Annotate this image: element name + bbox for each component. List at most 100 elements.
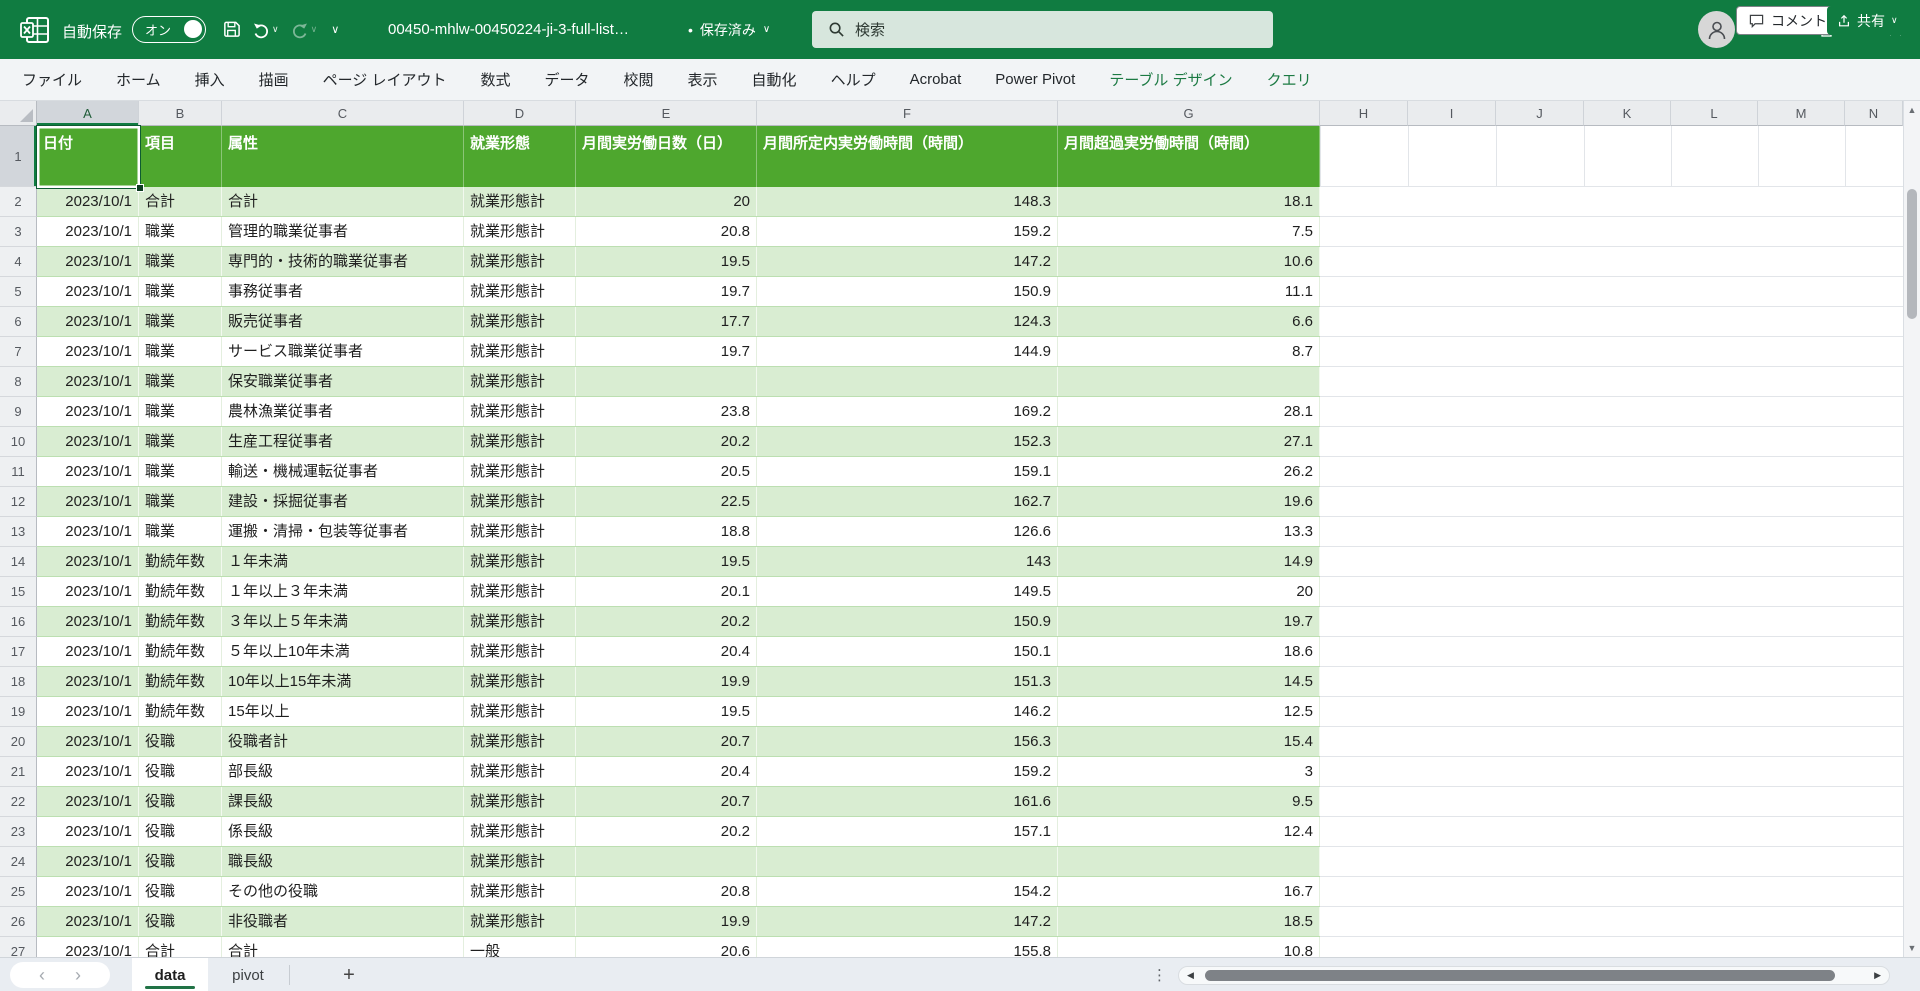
- cell-D18[interactable]: 就業形態計: [464, 667, 576, 696]
- cell-C4[interactable]: 専門的・技術的職業従事者: [222, 247, 464, 276]
- tab-query[interactable]: クエリ: [1267, 69, 1312, 90]
- cell-G16[interactable]: 19.7: [1058, 607, 1320, 636]
- cell-A19[interactable]: 2023/10/1: [37, 697, 139, 726]
- cell-G20[interactable]: 15.4: [1058, 727, 1320, 756]
- row-header-13[interactable]: 13: [0, 517, 37, 547]
- cell-B24[interactable]: 役職: [139, 847, 222, 876]
- cell-F17[interactable]: 150.1: [757, 637, 1058, 666]
- cell-D17[interactable]: 就業形態計: [464, 637, 576, 666]
- cell-E24[interactable]: [576, 847, 757, 876]
- cell-F8[interactable]: [757, 367, 1058, 396]
- cell-G26[interactable]: 18.5: [1058, 907, 1320, 936]
- cell-A9[interactable]: 2023/10/1: [37, 397, 139, 426]
- header-cell-B[interactable]: 項目: [139, 126, 222, 187]
- tab-draw[interactable]: 描画: [259, 69, 289, 90]
- cell-B5[interactable]: 職業: [139, 277, 222, 306]
- search-input[interactable]: 検索: [812, 11, 1273, 48]
- cell-E6[interactable]: 17.7: [576, 307, 757, 336]
- cell-E18[interactable]: 19.9: [576, 667, 757, 696]
- cell-A21[interactable]: 2023/10/1: [37, 757, 139, 786]
- cell-B7[interactable]: 職業: [139, 337, 222, 366]
- tab-view[interactable]: 表示: [688, 69, 718, 90]
- cell-B25[interactable]: 役職: [139, 877, 222, 906]
- cell-B4[interactable]: 職業: [139, 247, 222, 276]
- cell-C2[interactable]: 合計: [222, 187, 464, 216]
- comments-button[interactable]: コメント: [1736, 6, 1840, 35]
- cell-A4[interactable]: 2023/10/1: [37, 247, 139, 276]
- cell-C15[interactable]: １年以上３年未満: [222, 577, 464, 606]
- cell-B22[interactable]: 役職: [139, 787, 222, 816]
- cell-A14[interactable]: 2023/10/1: [37, 547, 139, 576]
- cell-C16[interactable]: ３年以上５年未満: [222, 607, 464, 636]
- cell-B3[interactable]: 職業: [139, 217, 222, 246]
- cell-A24[interactable]: 2023/10/1: [37, 847, 139, 876]
- cell-A10[interactable]: 2023/10/1: [37, 427, 139, 456]
- header-cell-A[interactable]: 日付: [37, 126, 139, 187]
- autosave-toggle[interactable]: オン: [132, 16, 206, 43]
- cell-E12[interactable]: 22.5: [576, 487, 757, 516]
- cell-G10[interactable]: 27.1: [1058, 427, 1320, 456]
- cell-G18[interactable]: 14.5: [1058, 667, 1320, 696]
- cell-C12[interactable]: 建設・採掘従事者: [222, 487, 464, 516]
- row-header-23[interactable]: 23: [0, 817, 37, 847]
- cell-D19[interactable]: 就業形態計: [464, 697, 576, 726]
- cell-E13[interactable]: 18.8: [576, 517, 757, 546]
- cell-E8[interactable]: [576, 367, 757, 396]
- column-header-C[interactable]: C: [222, 101, 464, 126]
- cell-D23[interactable]: 就業形態計: [464, 817, 576, 846]
- row-header-20[interactable]: 20: [0, 727, 37, 757]
- document-title[interactable]: 00450-mhlw-00450224-ji-3-full-list…: [388, 0, 629, 59]
- cell-G13[interactable]: 13.3: [1058, 517, 1320, 546]
- column-header-B[interactable]: B: [139, 101, 222, 126]
- row-header-10[interactable]: 10: [0, 427, 37, 457]
- scroll-left-icon[interactable]: ◀: [1187, 970, 1194, 981]
- horizontal-scrollbar-thumb[interactable]: [1205, 970, 1835, 981]
- cell-C24[interactable]: 職長級: [222, 847, 464, 876]
- qat-customize-icon[interactable]: ∨: [331, 23, 339, 36]
- cell-G22[interactable]: 9.5: [1058, 787, 1320, 816]
- tab-file[interactable]: ファイル: [22, 69, 82, 90]
- cell-E11[interactable]: 20.5: [576, 457, 757, 486]
- cell-B15[interactable]: 勤続年数: [139, 577, 222, 606]
- tab-acrobat[interactable]: Acrobat: [910, 71, 962, 88]
- cell-C23[interactable]: 係長級: [222, 817, 464, 846]
- row-header-11[interactable]: 11: [0, 457, 37, 487]
- cell-C8[interactable]: 保安職業従事者: [222, 367, 464, 396]
- cell-C26[interactable]: 非役職者: [222, 907, 464, 936]
- cell-E14[interactable]: 19.5: [576, 547, 757, 576]
- header-cell-E[interactable]: 月間実労働日数（日）: [576, 126, 757, 187]
- cell-D22[interactable]: 就業形態計: [464, 787, 576, 816]
- cell-A2[interactable]: 2023/10/1: [37, 187, 139, 216]
- save-icon[interactable]: [216, 15, 246, 45]
- header-cell-C[interactable]: 属性: [222, 126, 464, 187]
- cell-C18[interactable]: 10年以上15年未満: [222, 667, 464, 696]
- column-header-I[interactable]: I: [1408, 101, 1496, 126]
- cell-D20[interactable]: 就業形態計: [464, 727, 576, 756]
- cell-E2[interactable]: 20: [576, 187, 757, 216]
- header-cell-G[interactable]: 月間超過実労働時間（時間）: [1058, 126, 1320, 187]
- row-header-18[interactable]: 18: [0, 667, 37, 697]
- cell-B20[interactable]: 役職: [139, 727, 222, 756]
- cell-G23[interactable]: 12.4: [1058, 817, 1320, 846]
- cell-A7[interactable]: 2023/10/1: [37, 337, 139, 366]
- cell-G25[interactable]: 16.7: [1058, 877, 1320, 906]
- cell-A17[interactable]: 2023/10/1: [37, 637, 139, 666]
- cell-F19[interactable]: 146.2: [757, 697, 1058, 726]
- cell-D26[interactable]: 就業形態計: [464, 907, 576, 936]
- cell-F16[interactable]: 150.9: [757, 607, 1058, 636]
- cell-E10[interactable]: 20.2: [576, 427, 757, 456]
- cell-E3[interactable]: 20.8: [576, 217, 757, 246]
- cell-F15[interactable]: 149.5: [757, 577, 1058, 606]
- tab-data[interactable]: データ: [545, 69, 590, 90]
- cell-F12[interactable]: 162.7: [757, 487, 1058, 516]
- cell-A12[interactable]: 2023/10/1: [37, 487, 139, 516]
- cell-G24[interactable]: [1058, 847, 1320, 876]
- cell-E20[interactable]: 20.7: [576, 727, 757, 756]
- row-header-6[interactable]: 6: [0, 307, 37, 337]
- cell-A13[interactable]: 2023/10/1: [37, 517, 139, 546]
- cell-G21[interactable]: 3: [1058, 757, 1320, 786]
- column-header-F[interactable]: F: [757, 101, 1058, 126]
- cell-F2[interactable]: 148.3: [757, 187, 1058, 216]
- cell-B6[interactable]: 職業: [139, 307, 222, 336]
- cell-F21[interactable]: 159.2: [757, 757, 1058, 786]
